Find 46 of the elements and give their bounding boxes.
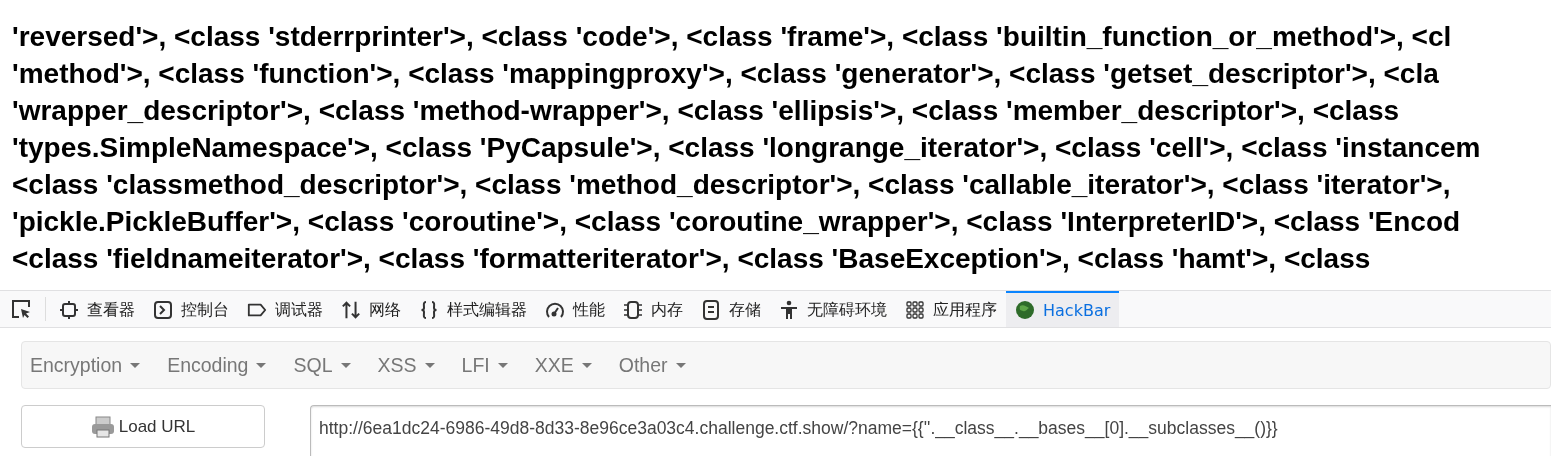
- element-picker-icon[interactable]: [9, 297, 33, 321]
- console-icon: [153, 300, 173, 320]
- caret-icon: [424, 362, 435, 368]
- output-line: 'types.SimpleNamespace'>, <class 'PyCapsule'>, <class 'longrange_iterator'>, <class 'cell'>, <class 'instancem: [12, 131, 1481, 165]
- menu-dropdown[interactable]: XSS: [377, 353, 450, 377]
- storage-icon: [701, 300, 721, 320]
- output-line: 'reversed'>, <class 'stderrprinter'>, <class 'code'>, <class 'frame'>, <class 'builtin_function_or_method'>, <cl: [12, 20, 1452, 54]
- devtools-tab[interactable]: 样式编辑器: [410, 291, 536, 327]
- menu-dropdown[interactable]: LFI: [461, 353, 523, 377]
- gauge-icon: [545, 300, 565, 320]
- arrows-icon: [341, 300, 361, 320]
- devtools-tab[interactable]: HackBar: [1006, 291, 1120, 327]
- url-field[interactable]: http://6ea1dc24-6986-49d8-8d33-8e96ce3a03c4.challenge.ctf.show/?name={{''.__class__.__bases__[0].__subclasses__()}}: [310, 405, 1551, 456]
- caret-icon: [581, 362, 592, 368]
- devtools-tab[interactable]: 调试器: [238, 291, 332, 327]
- grid-icon: [905, 300, 925, 320]
- devtools-tab[interactable]: 性能: [536, 291, 614, 327]
- chip-icon: [623, 300, 643, 320]
- caret-icon: [256, 362, 267, 368]
- menu-dropdown[interactable]: SQL: [293, 353, 366, 377]
- output-line: <class 'classmethod_descriptor'>, <class 'method_descriptor'>, <class 'callable_iterator'>, <class 'iterator'>,: [12, 168, 1451, 202]
- output-line: 'method'>, <class 'function'>, <class 'mappingproxy'>, <class 'generator'>, <class 'getset_descriptor'>, <cla: [12, 57, 1439, 91]
- caret-icon: [340, 362, 351, 368]
- person-icon: [779, 300, 799, 320]
- devtools-tab[interactable]: 网络: [332, 291, 410, 327]
- menu-dropdown[interactable]: XXE: [534, 353, 607, 377]
- braces-icon: [419, 300, 439, 320]
- printer-icon: [90, 415, 115, 438]
- devtools-tab[interactable]: 存储: [692, 291, 770, 327]
- devtools-tab[interactable]: 控制台: [144, 291, 238, 327]
- square-icon: [59, 300, 79, 320]
- devtools-tab[interactable]: 内存: [614, 291, 692, 327]
- output-line: 'wrapper_descriptor'>, <class 'method-wrapper'>, <class 'ellipsis'>, <class 'member_descriptor'>, <class: [12, 94, 1400, 128]
- menu-dropdown[interactable]: Other: [618, 353, 701, 377]
- globe-icon: [1015, 300, 1035, 320]
- load-url-button[interactable]: Load URL: [21, 405, 265, 448]
- caret-icon: [497, 362, 508, 368]
- output-line: <class 'fieldnameiterator'>, <class 'formatteriterator'>, <class 'BaseException'>, <class 'hamt'>, <class: [12, 242, 1371, 276]
- menu-dropdown[interactable]: Encryption: [30, 353, 156, 377]
- output-line: 'pickle.PickleBuffer'>, <class 'coroutine'>, <class 'coroutine_wrapper'>, <class 'InterpreterID'>, <class 'Encod: [12, 205, 1461, 239]
- caret-icon: [675, 362, 686, 368]
- menu-dropdown[interactable]: Encoding: [167, 353, 282, 377]
- devtools-tab[interactable]: 查看器: [50, 291, 144, 327]
- devtools-tab[interactable]: 无障碍环境: [770, 291, 896, 327]
- caret-icon: [130, 362, 141, 368]
- devtools-tab[interactable]: 应用程序: [896, 291, 1006, 327]
